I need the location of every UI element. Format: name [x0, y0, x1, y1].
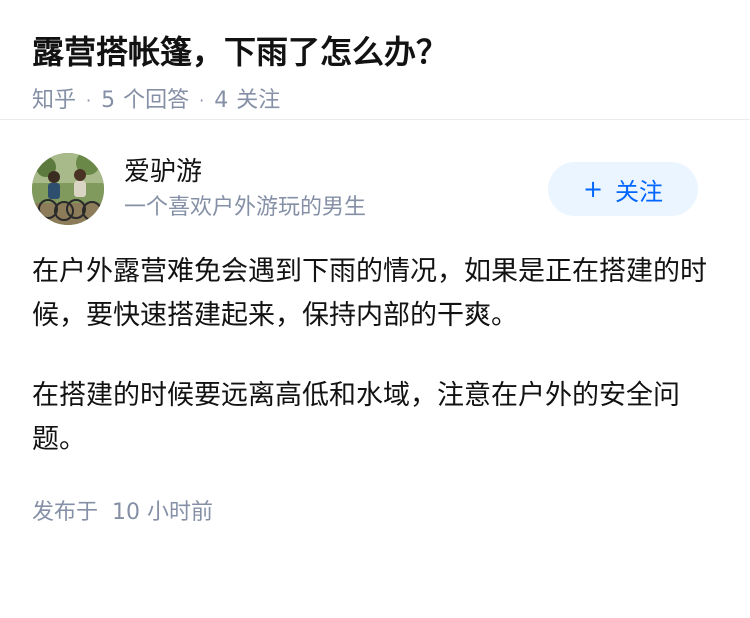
question-title[interactable]: 露营搭帐篷，下雨了怎么办？: [32, 30, 718, 74]
author-name[interactable]: 爱驴游: [124, 155, 366, 189]
answer-timestamp: 发布于 10 小时前: [32, 498, 718, 528]
meta-separator: ·: [199, 91, 205, 110]
follower-count: 4: [214, 88, 229, 113]
question-header: 露营搭帐篷，下雨了怎么办？ 知乎 · 5 个回答 · 4 关注: [0, 0, 750, 120]
published-time: 10 小时前: [112, 500, 214, 525]
answer-count-label[interactable]: 个回答: [123, 86, 189, 116]
answer-paragraph: 在户外露营难免会遇到下雨的情况，如果是正在搭建的时候，要快速搭建起来，保持内部的…: [32, 256, 707, 331]
follower-count-label[interactable]: 关注: [236, 86, 280, 116]
author-bio: 一个喜欢户外游玩的男生: [124, 195, 367, 220]
avatar[interactable]: [32, 153, 104, 225]
published-prefix: 发布于: [32, 500, 99, 525]
answer-count: 5: [101, 88, 116, 113]
meta-separator: ·: [86, 91, 92, 110]
plus-icon: +: [582, 175, 604, 203]
author-row: 爱驴游 一个喜欢户外游玩的男生 + 关注: [32, 152, 718, 226]
question-meta: 知乎 · 5 个回答 · 4 关注: [32, 86, 718, 116]
author-info: 爱驴游 一个喜欢户外游玩的男生: [124, 155, 366, 223]
follow-button[interactable]: + 关注: [548, 162, 698, 216]
source-label[interactable]: 知乎: [32, 86, 76, 116]
avatar-image: [32, 153, 104, 225]
answer-card: 爱驴游 一个喜欢户外游玩的男生 + 关注 在户外露营难免会遇到下雨的情况，如果是…: [0, 120, 750, 528]
answer-paragraph: 在搭建的时候要远离高低和水域，注意在户外的安全问题。: [32, 380, 680, 455]
answer-content: 在户外露营难免会遇到下雨的情况，如果是正在搭建的时候，要快速搭建起来，保持内部的…: [32, 250, 718, 462]
follow-button-label: 关注: [615, 177, 664, 206]
